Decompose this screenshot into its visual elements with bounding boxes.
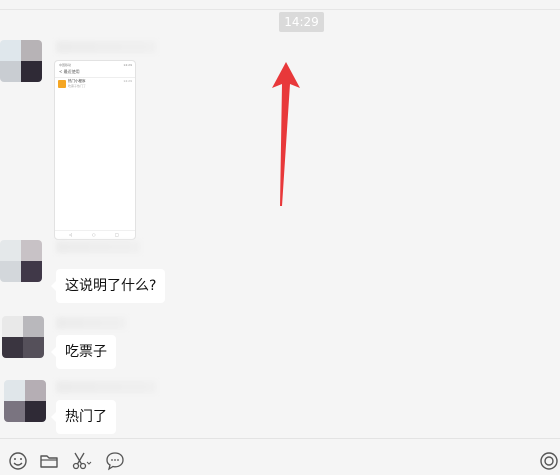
thumbnail-app-time: 14:29	[123, 79, 132, 83]
thumbnail-nav-bar: ◁ ○ □	[55, 230, 135, 239]
scissors-icon[interactable]	[70, 450, 92, 472]
emoji-icon[interactable]	[7, 450, 29, 472]
folder-icon[interactable]	[38, 450, 60, 472]
image-message-thumbnail[interactable]: 中国移动 14:29 < 最近使用 热门小程序 吃票子热门了 14:29 ◁ ○…	[54, 60, 136, 240]
input-toolbar	[0, 438, 560, 475]
thumbnail-back-icon: ◁	[69, 232, 73, 237]
thumbnail-app-subtitle: 吃票子热门了	[68, 84, 87, 88]
sender-name	[56, 317, 126, 329]
text-message-bubble[interactable]: 吃票子	[51, 335, 116, 369]
text-message-bubble[interactable]: 这说明了什么?	[50, 269, 166, 303]
avatar[interactable]	[0, 240, 42, 282]
time-divider: 14:29	[279, 12, 324, 32]
sender-name	[56, 41, 156, 53]
red-arrow-annotation	[272, 62, 300, 206]
text-message-bubble[interactable]: 热门了	[51, 400, 116, 434]
arrow-shape	[272, 62, 300, 206]
window-top-edge	[0, 0, 560, 10]
chat-bubble-icon[interactable]	[104, 450, 126, 472]
thumbnail-status-left: 中国移动	[59, 63, 72, 67]
avatar[interactable]	[2, 316, 44, 358]
thumbnail-divider	[55, 77, 135, 78]
thumbnail-home-icon: ○	[92, 232, 96, 237]
thumbnail-status-right: 14:29	[123, 63, 132, 67]
thumbnail-app-icon	[58, 80, 66, 88]
sender-name	[56, 241, 140, 253]
thumbnail-recent-icon: □	[115, 232, 119, 237]
sender-name	[56, 381, 156, 393]
thumbnail-header: < 最近使用	[59, 69, 80, 74]
avatar[interactable]	[0, 40, 42, 82]
avatar[interactable]	[4, 380, 46, 422]
video-call-icon[interactable]	[538, 450, 560, 472]
